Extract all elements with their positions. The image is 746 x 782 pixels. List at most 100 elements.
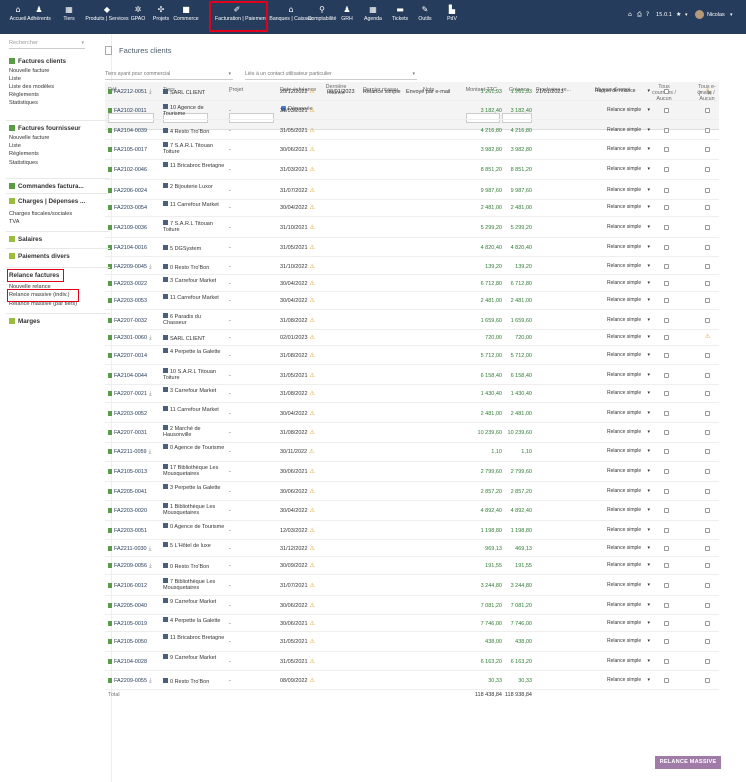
letter-checkbox[interactable]	[664, 391, 669, 396]
avatar[interactable]	[695, 10, 704, 19]
send-level-select[interactable]: Relance simple ▾	[595, 428, 650, 437]
email-checkbox[interactable]	[705, 318, 710, 323]
tiers-link[interactable]: 7 Bibliothèque Les Mousquetaires	[163, 578, 225, 591]
send-level-select[interactable]: Relance simple ▾	[595, 126, 650, 135]
sidebar-item[interactable]: Liste	[9, 143, 21, 149]
tiers-link[interactable]: 11 Carrefour Market	[163, 201, 225, 208]
user-name[interactable]: Nicolas	[707, 12, 725, 18]
tiers-link[interactable]: 4 Perpette la Galette	[163, 348, 225, 355]
sidebar-section-3[interactable]: Charges | Dépenses ...	[9, 198, 85, 205]
letter-checkbox[interactable]	[664, 489, 669, 494]
send-level-select[interactable]: Relance simple ▾	[595, 581, 650, 590]
tiers-link[interactable]: SARL CLIENT	[163, 335, 225, 342]
send-level-select[interactable]: Relance simple ▾	[595, 657, 650, 666]
tiers-link[interactable]: 0 Resto Tro'Bon	[163, 563, 225, 570]
email-checkbox[interactable]	[705, 469, 710, 474]
send-level-select[interactable]: Relance simple ▾	[595, 447, 650, 456]
send-level-select[interactable]: Relance simple ▾	[595, 506, 650, 515]
send-level-select[interactable]: Relance simple ▾	[595, 145, 650, 154]
tiers-link[interactable]: 17 Bibliothèque Les Mousquetaires	[163, 464, 225, 477]
email-checkbox[interactable]	[705, 659, 710, 664]
sidebar-section-0[interactable]: Factures clients	[9, 58, 66, 65]
email-checkbox[interactable]	[705, 546, 710, 551]
download-icon[interactable]: ⤓	[149, 677, 152, 684]
tiers-link[interactable]: 11 Bricabroc Bretagne	[163, 162, 225, 169]
send-level-select[interactable]: Relance simple ▾	[595, 467, 650, 476]
email-checkbox[interactable]	[705, 108, 710, 113]
email-checkbox[interactable]	[705, 508, 710, 513]
send-level-select[interactable]: Relance simple ▾	[595, 526, 650, 535]
letter-checkbox[interactable]	[664, 546, 669, 551]
invoice-ref-link[interactable]: FA2104-0016	[108, 245, 147, 251]
sidebar-section-1[interactable]: Factures fournisseur	[9, 125, 81, 132]
letter-checkbox[interactable]	[664, 353, 669, 358]
email-checkbox[interactable]	[705, 167, 710, 172]
invoice-ref-link[interactable]: FA2106-0012	[108, 583, 147, 589]
tiers-link[interactable]: 0 Agence de Tourisme	[163, 444, 225, 451]
send-level-select[interactable]: Relance simple ▾	[595, 389, 650, 398]
tiers-link[interactable]: 0 Resto Tro'Bon	[163, 678, 225, 685]
invoice-ref-link[interactable]: FA2109-0036	[108, 225, 147, 231]
tiers-link[interactable]: 5 DGSystem	[163, 245, 225, 252]
download-icon[interactable]: ⤓	[149, 88, 152, 95]
letter-checkbox[interactable]	[664, 430, 669, 435]
letter-checkbox[interactable]	[664, 281, 669, 286]
tiers-link[interactable]: 3 Carrefour Market	[163, 277, 225, 284]
letter-checkbox[interactable]	[664, 373, 669, 378]
send-level-select[interactable]: Relance simple ▾	[595, 243, 650, 252]
send-level-select[interactable]: Relance simple ▾	[595, 619, 650, 628]
invoice-ref-link[interactable]: FA2205-0040	[108, 603, 147, 609]
sidebar-item[interactable]: Liste	[9, 76, 21, 82]
help-icon[interactable]: ?	[646, 11, 649, 18]
email-checkbox[interactable]	[705, 678, 710, 683]
tiers-link[interactable]: 0 Agence de Tourisme	[163, 523, 225, 530]
letter-checkbox[interactable]	[664, 245, 669, 250]
filter-contact-select[interactable]: Liés à un contact utilisateur particulie…	[245, 71, 417, 80]
invoice-ref-link[interactable]: FA2301-0060 ⤓	[108, 335, 152, 341]
invoice-ref-link[interactable]: FA2104-0028	[108, 659, 147, 665]
sidebar-item[interactable]: Règlements	[9, 92, 39, 98]
email-checkbox[interactable]	[705, 528, 710, 533]
email-checkbox[interactable]	[705, 639, 710, 644]
filter-commercial-select[interactable]: Tiers ayant pour commercial ▾	[105, 71, 233, 80]
menu-pdv[interactable]: ▙ PdV	[430, 4, 474, 22]
send-level-select[interactable]: Relance simple ▾	[595, 223, 650, 232]
send-level-select[interactable]: Relance simple ▾	[595, 601, 650, 610]
sidebar-section-2[interactable]: Commandes factura...	[9, 183, 84, 190]
star-icon[interactable]: ★	[676, 11, 681, 18]
letter-checkbox[interactable]	[664, 469, 669, 474]
send-level-select[interactable]: Relance simple ▾	[595, 279, 650, 288]
tiers-link[interactable]: 2 Marché de Hausonville	[163, 425, 225, 438]
tiers-link[interactable]: 11 Bricabroc Bretagne	[163, 634, 225, 641]
letter-checkbox[interactable]	[664, 318, 669, 323]
letter-checkbox[interactable]	[664, 264, 669, 269]
invoice-ref-link[interactable]: FA2203-0022	[108, 281, 147, 287]
letter-checkbox[interactable]	[664, 449, 669, 454]
download-icon[interactable]: ⤓	[149, 334, 152, 341]
email-checkbox[interactable]	[705, 264, 710, 269]
send-level-select[interactable]: Relance simple ▾	[595, 203, 650, 212]
sidebar-item[interactable]: Charges fiscales/sociales	[9, 211, 72, 217]
email-checkbox[interactable]	[705, 298, 710, 303]
tiers-link[interactable]: 6 Paradis du Chasseur	[163, 313, 225, 326]
printer-icon[interactable]: ⎙	[637, 11, 642, 19]
letter-checkbox[interactable]	[664, 621, 669, 626]
sidebar-item[interactable]: TVA	[9, 219, 19, 225]
letter-checkbox[interactable]	[664, 335, 669, 340]
send-level-select[interactable]: Relance simple ▾	[595, 333, 650, 342]
email-checkbox[interactable]	[705, 583, 710, 588]
tiers-link[interactable]: 3 Carrefour Market	[163, 387, 225, 394]
invoice-ref-link[interactable]: FA2104-0039	[108, 128, 147, 134]
invoice-ref-link[interactable]: FA2212-0051 ⤓	[108, 89, 152, 95]
sidebar-item[interactable]: Règlements	[9, 151, 39, 157]
download-icon[interactable]: ⤓	[149, 263, 152, 270]
sidebar-item[interactable]: Statistiques	[9, 160, 38, 166]
tiers-link[interactable]: SARL CLIENT	[163, 89, 225, 96]
email-checkbox[interactable]	[705, 621, 710, 626]
download-icon[interactable]: ⤓	[149, 390, 152, 397]
send-level-select[interactable]: Relance simple ▾	[595, 637, 650, 646]
send-level-select[interactable]: Relance simple ▾	[595, 186, 650, 195]
invoice-ref-link[interactable]: FA2207-0031	[108, 430, 147, 436]
send-level-select[interactable]: Relance simple ▾	[595, 371, 650, 380]
email-checkbox[interactable]	[705, 430, 710, 435]
